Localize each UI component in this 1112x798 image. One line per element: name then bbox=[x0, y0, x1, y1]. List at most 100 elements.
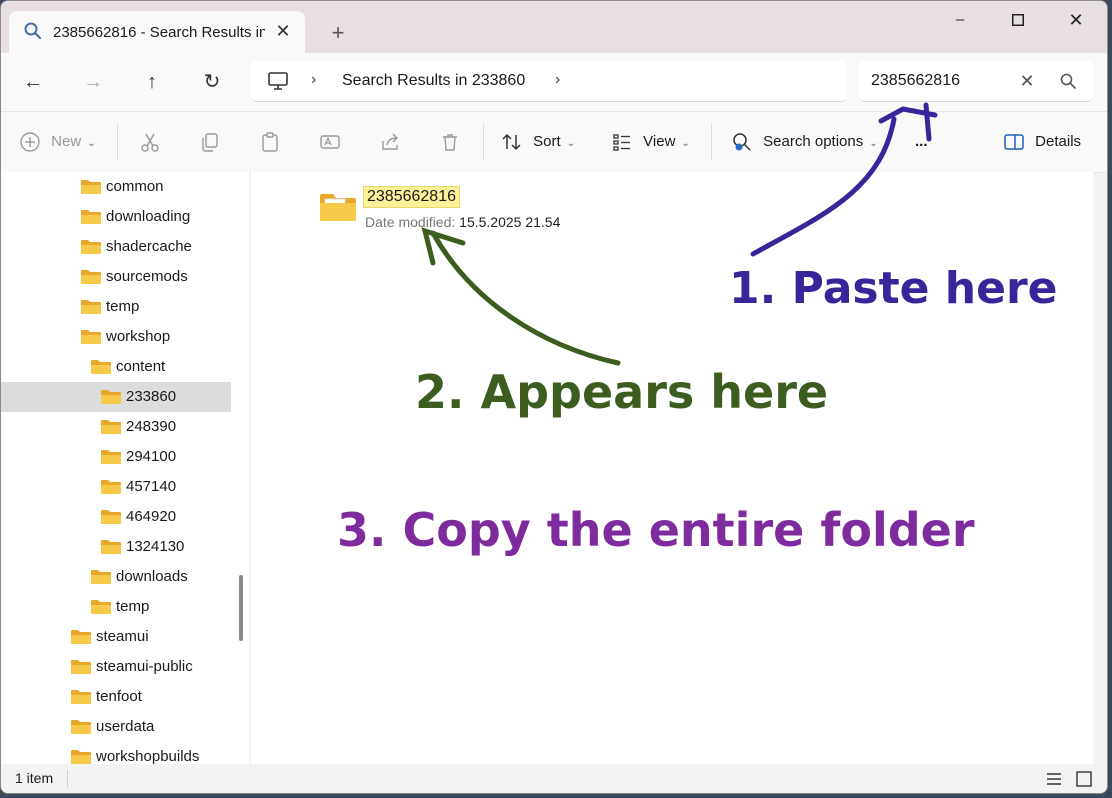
rename-button[interactable] bbox=[319, 128, 341, 156]
new-tab-button[interactable]: + bbox=[323, 19, 353, 49]
sidebar-item-label: workshopbuilds bbox=[96, 748, 200, 764]
active-tab[interactable]: 2385662816 - Search Results in 233860 ✕ bbox=[9, 11, 305, 53]
date-modified-value: 15.5.2025 21.54 bbox=[459, 214, 561, 230]
close-button[interactable]: ✕ bbox=[1053, 5, 1099, 35]
search-options-button[interactable]: Search options ⌄ bbox=[731, 128, 878, 156]
sidebar-item-label: tenfoot bbox=[96, 688, 142, 705]
view-list-icon bbox=[613, 134, 630, 151]
scissors-icon bbox=[141, 133, 159, 152]
sidebar-item-label: workshop bbox=[106, 328, 171, 345]
sidebar-item-workshopbuilds[interactable]: workshopbuilds bbox=[1, 742, 231, 764]
sidebar-item-tenfoot[interactable]: tenfoot bbox=[1, 682, 231, 712]
view-button[interactable]: View ⌄ bbox=[611, 128, 690, 156]
address-bar[interactable]: › Search Results in 233860 › bbox=[251, 61, 847, 102]
sidebar-item-294100[interactable]: 294100 bbox=[1, 442, 231, 472]
folder-icon bbox=[81, 300, 101, 314]
folder-icon bbox=[81, 330, 101, 344]
folder-icon bbox=[81, 270, 101, 284]
folder-icon bbox=[71, 720, 91, 734]
search-options-label: Search options bbox=[763, 133, 864, 150]
folder-icon bbox=[81, 240, 101, 254]
sidebar-item-label: 457140 bbox=[126, 478, 177, 495]
view-label: View bbox=[643, 133, 676, 150]
command-bar: New ⌄ Sort ⌄ View ⌄ Search options ⌄ ...… bbox=[1, 111, 1107, 173]
folder-icon bbox=[101, 510, 121, 524]
sidebar-item-shadercache[interactable]: shadercache bbox=[1, 232, 231, 262]
search-box[interactable]: 2385662816 ✕ bbox=[859, 61, 1093, 102]
cut-button[interactable] bbox=[139, 128, 161, 156]
chevron-down-icon: ⌄ bbox=[681, 138, 690, 149]
sidebar-item-label: userdata bbox=[96, 718, 155, 735]
chevron-down-icon: ⌄ bbox=[87, 138, 96, 149]
scrollbar-thumb[interactable] bbox=[239, 575, 243, 641]
result-meta: Date modified: 15.5.2025 21.54 bbox=[365, 214, 560, 230]
sidebar-item-label: 248390 bbox=[126, 418, 177, 435]
paste-button[interactable] bbox=[259, 128, 281, 156]
details-pane-button[interactable]: Details bbox=[1003, 128, 1081, 156]
sidebar-item-content[interactable]: content bbox=[1, 352, 231, 382]
details-view-icon[interactable] bbox=[1043, 768, 1065, 790]
new-button[interactable]: New ⌄ bbox=[19, 128, 96, 156]
annotation-step-2: 2. Appears here bbox=[415, 365, 829, 419]
sidebar-item-label: 294100 bbox=[126, 448, 177, 465]
sidebar-item-label: downloads bbox=[116, 568, 188, 585]
breadcrumb-chevron-icon[interactable]: › bbox=[311, 71, 316, 89]
sidebar-item-temp[interactable]: temp bbox=[1, 592, 231, 622]
up-button[interactable]: ↑ bbox=[134, 65, 170, 99]
tiles-view-icon[interactable] bbox=[1073, 768, 1095, 790]
sidebar-item-label: steamui-public bbox=[96, 658, 193, 675]
breadcrumb[interactable]: Search Results in 233860 bbox=[342, 72, 525, 90]
sidebar-item-steamui-public[interactable]: steamui-public bbox=[1, 652, 231, 682]
annotation-step-1: 1. Paste here bbox=[729, 263, 1058, 314]
sidebar-item-1324130[interactable]: 1324130 bbox=[1, 532, 231, 562]
minimize-button[interactable]: – bbox=[937, 5, 983, 35]
search-input[interactable]: 2385662816 bbox=[871, 72, 960, 90]
copy-icon bbox=[202, 133, 218, 152]
this-pc-icon bbox=[268, 72, 288, 90]
sidebar-item-downloading[interactable]: downloading bbox=[1, 202, 231, 232]
sidebar-item-248390[interactable]: 248390 bbox=[1, 412, 231, 442]
folder-icon bbox=[81, 210, 101, 224]
sidebar-item-457140[interactable]: 457140 bbox=[1, 472, 231, 502]
breadcrumb-chevron-icon[interactable]: › bbox=[555, 71, 560, 89]
more-options-button[interactable]: ... bbox=[915, 128, 928, 156]
sidebar-item-downloads[interactable]: downloads bbox=[1, 562, 231, 592]
folder-icon bbox=[71, 690, 91, 704]
divider bbox=[711, 124, 712, 160]
sidebar-item-temp[interactable]: temp bbox=[1, 292, 231, 322]
result-name[interactable]: 2385662816 bbox=[363, 186, 460, 208]
sidebar-item-label: sourcemods bbox=[106, 268, 188, 285]
copy-button[interactable] bbox=[199, 128, 221, 156]
status-bar: 1 item bbox=[1, 764, 1107, 793]
sidebar-item-label: content bbox=[116, 358, 166, 375]
tab-close-icon[interactable]: ✕ bbox=[271, 19, 295, 43]
sidebar-item-label: shadercache bbox=[106, 238, 192, 255]
annotation-step-3: 3. Copy the entire folder bbox=[337, 503, 975, 557]
divider bbox=[117, 124, 118, 160]
sidebar-item-userdata[interactable]: userdata bbox=[1, 712, 231, 742]
sidebar-item-233860[interactable]: 233860 bbox=[1, 382, 231, 412]
search-icon bbox=[24, 22, 42, 40]
sidebar-item-464920[interactable]: 464920 bbox=[1, 502, 231, 532]
back-button[interactable]: ← bbox=[15, 65, 51, 99]
maximize-button[interactable] bbox=[995, 5, 1041, 35]
search-icon[interactable] bbox=[1059, 72, 1077, 90]
sort-button[interactable]: Sort ⌄ bbox=[501, 128, 575, 156]
sidebar-item-sourcemods[interactable]: sourcemods bbox=[1, 262, 231, 292]
clear-search-icon[interactable]: ✕ bbox=[1015, 69, 1039, 93]
folder-icon bbox=[101, 450, 121, 464]
navigation-pane[interactable]: common downloading shadercache sourcemods te… bbox=[1, 172, 249, 764]
folder-icon bbox=[71, 630, 91, 644]
new-label: New bbox=[51, 133, 82, 150]
forward-button[interactable]: → bbox=[75, 65, 111, 99]
delete-button[interactable] bbox=[439, 128, 461, 156]
folder-icon bbox=[101, 420, 121, 434]
sidebar-item-label: steamui bbox=[96, 628, 149, 645]
sidebar-item-common[interactable]: common bbox=[1, 172, 231, 202]
refresh-button[interactable]: ↻ bbox=[194, 65, 230, 99]
folder-icon bbox=[101, 480, 121, 494]
sidebar-item-workshop[interactable]: workshop bbox=[1, 322, 231, 352]
share-button[interactable] bbox=[379, 128, 401, 156]
sidebar-item-steamui[interactable]: steamui bbox=[1, 622, 231, 652]
folder-icon bbox=[320, 194, 356, 221]
